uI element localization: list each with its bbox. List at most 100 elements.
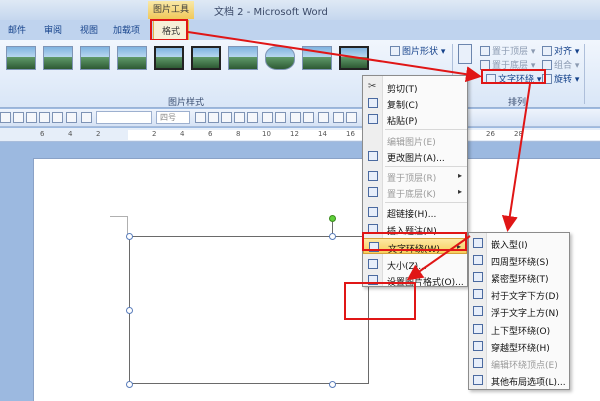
menu-item-cut[interactable]: ✂ 剪切(T) [363,79,467,96]
picture-style-thumb[interactable] [43,46,73,70]
toolbar-icon[interactable] [13,112,24,123]
menu-item-paste[interactable]: 粘贴(P) [363,111,467,127]
toolbar-icon[interactable] [66,112,77,123]
position-button[interactable] [458,44,474,65]
distribute-icon[interactable] [247,112,258,123]
picture-style-thumb[interactable] [6,46,36,70]
annotation-box-format-tab [150,19,188,41]
picture-tools-context-label: 图片工具 [148,1,194,19]
ruler-mark: 2 [152,130,157,138]
resize-handle[interactable] [329,381,336,388]
submenu-item-tight[interactable]: 紧密型环绕(T) [469,269,569,285]
margin-corner-mark [110,216,128,217]
menu-item-bring-to-front: 置于顶层(R) ▸ [363,168,467,184]
annotation-box-text-wrap-button [481,69,546,84]
submenu-item-in-front-of-text[interactable]: 浮于文字上方(N) [469,303,569,319]
menu-item-send-to-back: 置于底层(K) ▸ [363,184,467,200]
resize-handle[interactable] [126,381,133,388]
align-icon [542,46,552,56]
submenu-item-behind-text[interactable]: 衬于文字下方(D) [469,286,569,302]
picture-style-thumb[interactable] [117,46,147,70]
text-effect-icon[interactable] [81,112,92,123]
submenu-item-edit-wrap-points: 编辑环绕顶点(E) [469,355,569,371]
rotate-button[interactable]: 旋转 ▾ [542,72,579,85]
align-left-icon[interactable] [195,112,206,123]
formatting-toolbar: 四号 [0,109,600,127]
menu-item-edit-picture: 编辑图片(E) [387,138,436,148]
ruler-mark: 26 [486,130,495,138]
picture-style-thumb[interactable] [191,46,221,70]
tab-view[interactable]: 视图 [80,23,98,36]
ruler-mark: 14 [318,130,327,138]
picture-style-thumb[interactable] [265,46,295,70]
highlight-icon[interactable] [333,112,344,123]
bullets-icon[interactable] [275,112,286,123]
scissors-icon: ✂ [368,81,377,92]
paste-icon [368,114,378,124]
menu-item-change-picture[interactable]: 更改图片(A)... [363,148,467,164]
globe-icon [368,207,378,217]
picture-style-thumb[interactable] [228,46,258,70]
ruler-mark: 2 [96,130,101,138]
wrap-tight-icon [473,272,483,282]
menu-item-hyperlink[interactable]: 超链接(H)... [363,204,467,220]
submenu-arrow-icon: ▸ [457,171,462,180]
line-spacing-icon[interactable] [318,112,329,123]
horizontal-ruler[interactable]: 6 4 2 2 4 6 8 10 12 14 16 18 20 22 24 26… [0,128,600,142]
tab-addins[interactable]: 加载项 [113,23,140,36]
selected-picture-frame[interactable] [129,236,369,384]
align-button[interactable]: 对齐 ▾ [542,44,579,57]
toolbar-icon[interactable] [39,112,50,123]
bring-front-button[interactable]: 置于顶层 ▾ [480,44,535,57]
size-icon [368,259,378,269]
context-menu: ✂ 剪切(T) 复制(C) 粘贴(P) 编辑图片(E) 更改图片(A)... 置… [362,75,468,288]
menu-separator [385,129,467,130]
ruler-mark: 6 [208,130,213,138]
font-size-combo[interactable]: 四号 [156,111,190,124]
wrap-through-icon [473,341,483,351]
menu-item-size[interactable]: 大小(Z)... [363,256,467,272]
resize-handle[interactable] [329,233,336,240]
group-label-picture-styles: 图片样式 [168,98,205,108]
annotation-box-text-wrap-menu-item [362,232,467,251]
submenu-item-through[interactable]: 穿越型环绕(H) [469,338,569,354]
rotation-handle[interactable] [329,215,336,222]
align-right-icon[interactable] [221,112,232,123]
picture-style-thumb[interactable] [154,46,184,70]
numbering-icon[interactable] [262,112,273,123]
submenu-item-inline[interactable]: 嵌入型(I) [469,235,569,251]
ruler-mark: 28 [514,130,523,138]
resize-handle[interactable] [126,233,133,240]
tab-mailings[interactable]: 邮件 [8,23,26,36]
submenu-item-square[interactable]: 四周型环绕(S) [469,252,569,268]
annotation-box-empty [344,282,416,320]
position-icon [458,44,472,64]
bring-front-icon [480,46,490,56]
font-color-icon[interactable] [346,112,357,123]
toolbar-icon[interactable] [0,112,11,123]
picture-style-thumb[interactable] [80,46,110,70]
group-button[interactable]: 组合 ▾ [542,58,579,71]
align-center-icon[interactable] [208,112,219,123]
submenu-item-more-layout-options[interactable]: 其他布局选项(L)... [469,372,569,388]
menu-separator [385,166,467,167]
wrap-inline-icon [473,238,483,248]
menu-item-copy[interactable]: 复制(C) [363,95,467,111]
submenu-arrow-icon: ▸ [457,187,462,196]
ruler-mark: 8 [236,130,241,138]
wrap-points-icon [473,358,483,368]
toolbar-icon[interactable] [26,112,37,123]
toolbar-icon[interactable] [52,112,63,123]
send-back-icon [368,187,378,197]
picture-style-thumb[interactable] [339,46,369,70]
picture-style-thumb[interactable] [302,46,332,70]
ruler-mark: 6 [40,130,45,138]
justify-icon[interactable] [234,112,245,123]
resize-handle[interactable] [126,307,133,314]
picture-shape-button[interactable]: 图片形状 ▾ [390,44,445,57]
font-name-combo[interactable] [96,111,152,124]
indent-icon[interactable] [290,112,301,123]
submenu-item-top-bottom[interactable]: 上下型环绕(O) [469,321,569,337]
tab-review[interactable]: 审阅 [44,23,62,36]
outdent-icon[interactable] [303,112,314,123]
